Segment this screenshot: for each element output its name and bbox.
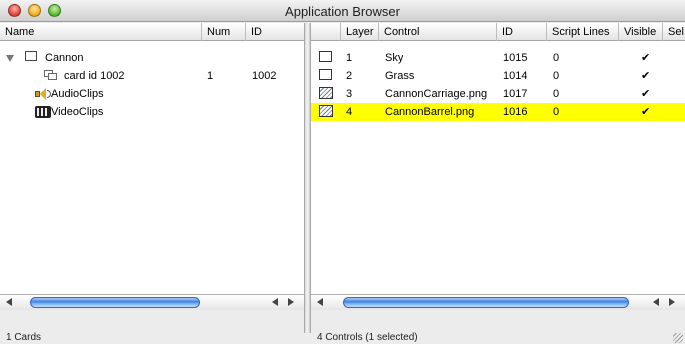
- tree-item-videoclips[interactable]: VideoClips: [0, 103, 304, 121]
- film-icon: [35, 106, 51, 118]
- right-status-text: 4 Controls (1 selected): [317, 332, 418, 343]
- left-status-text: 1 Cards: [6, 332, 42, 343]
- disclosure-triangle-icon[interactable]: [6, 55, 14, 62]
- visible-checkmark-icon[interactable]: ✔: [641, 49, 650, 67]
- column-header-icon[interactable]: [311, 23, 341, 41]
- cell-layer: 1: [346, 52, 353, 64]
- stack-icon: [25, 51, 37, 61]
- cell-control: CannonCarriage.png: [385, 88, 488, 100]
- speaker-icon: [35, 88, 51, 100]
- right-horizontal-scrollbar[interactable]: [311, 294, 685, 310]
- left-horizontal-scrollbar[interactable]: [0, 294, 304, 310]
- column-header-name[interactable]: Name: [0, 23, 202, 41]
- scroll-right-arrow-icon[interactable]: [288, 298, 294, 306]
- card-icon: [44, 70, 57, 80]
- table-row[interactable]: 3 CannonCarriage.png 1017 0 ✔: [311, 85, 685, 103]
- box-icon: [319, 69, 332, 80]
- cell-id: 1016: [503, 106, 528, 118]
- column-header-num[interactable]: Num: [202, 23, 246, 41]
- scroll-left-arrow-icon[interactable]: [653, 298, 659, 306]
- cell-layer: 2: [346, 70, 353, 82]
- cell-control: Sky: [385, 52, 404, 64]
- object-tree-pane: Name Num ID Cannon card id 1002 1 1002 A…: [0, 23, 304, 310]
- scroll-left-arrow-icon[interactable]: [317, 298, 323, 306]
- cell-id: 1014: [503, 70, 528, 82]
- cell-script-lines: 0: [553, 52, 560, 64]
- column-header-id[interactable]: ID: [246, 23, 304, 41]
- cell-control: Grass: [385, 70, 415, 82]
- cell-layer: 3: [346, 88, 353, 100]
- tree-item-label: AudioClips: [51, 88, 104, 100]
- column-header-layer[interactable]: Layer: [341, 23, 379, 41]
- tree-item-num: 1: [207, 70, 214, 82]
- title-bar: Application Browser: [0, 0, 685, 22]
- column-header-id[interactable]: ID: [497, 23, 547, 41]
- tree-item-card[interactable]: card id 1002 1 1002: [0, 67, 304, 85]
- column-header-control[interactable]: Control: [379, 23, 497, 41]
- cell-script-lines: 0: [553, 88, 560, 100]
- table-row[interactable]: 2 Grass 1014 0 ✔: [311, 67, 685, 85]
- cell-control: CannonBarrel.png: [385, 106, 475, 118]
- resize-grip-icon[interactable]: [673, 333, 683, 343]
- column-header-visible[interactable]: Visible: [619, 23, 663, 41]
- image-icon: [319, 87, 333, 99]
- visible-checkmark-icon[interactable]: ✔: [641, 67, 650, 85]
- tree-item-label: Cannon: [45, 52, 84, 64]
- cell-id: 1017: [503, 88, 528, 100]
- tree-item-label: VideoClips: [51, 106, 104, 118]
- column-header-script-lines[interactable]: Script Lines: [547, 23, 619, 41]
- window-title: Application Browser: [285, 4, 400, 19]
- box-icon: [319, 51, 332, 62]
- scroll-thumb[interactable]: [30, 297, 200, 308]
- scroll-left-arrow-icon[interactable]: [272, 298, 278, 306]
- image-icon: [319, 105, 333, 117]
- tree-item-label: card id 1002: [64, 70, 125, 82]
- tree-header: Name Num ID: [0, 23, 304, 41]
- table-header: Layer Control ID Script Lines Visible Se…: [311, 23, 685, 41]
- tree-item-audioclips[interactable]: AudioClips: [0, 85, 304, 103]
- visible-checkmark-icon[interactable]: ✔: [641, 85, 650, 103]
- table-row-selected[interactable]: 4 CannonBarrel.png 1016 0 ✔: [311, 103, 685, 121]
- cell-id: 1015: [503, 52, 528, 64]
- controls-table-pane: Layer Control ID Script Lines Visible Se…: [311, 23, 685, 310]
- scroll-left-arrow-icon[interactable]: [6, 298, 12, 306]
- scroll-thumb[interactable]: [343, 297, 629, 308]
- tree-item-stack[interactable]: Cannon: [0, 49, 304, 67]
- scroll-right-arrow-icon[interactable]: [669, 298, 675, 306]
- cell-script-lines: 0: [553, 70, 560, 82]
- tree-item-id: 1002: [252, 70, 277, 82]
- table-row[interactable]: 1 Sky 1015 0 ✔: [311, 49, 685, 67]
- visible-checkmark-icon[interactable]: ✔: [641, 103, 650, 121]
- cell-layer: 4: [346, 106, 353, 118]
- cell-script-lines: 0: [553, 106, 560, 118]
- column-header-sel[interactable]: Sel: [663, 23, 685, 41]
- pane-splitter[interactable]: [304, 23, 311, 333]
